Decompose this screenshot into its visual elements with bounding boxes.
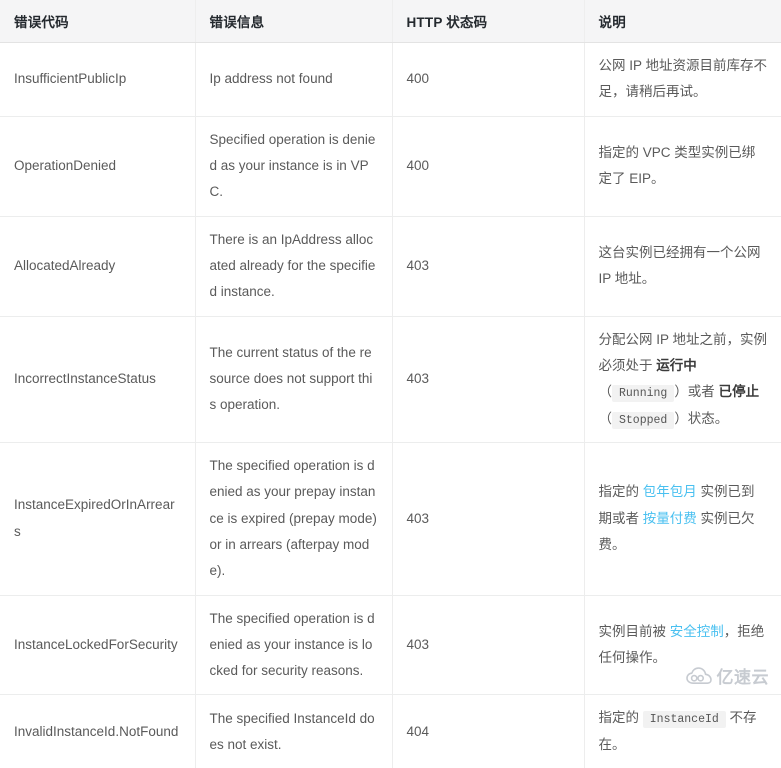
inline-text: 实例目前被 xyxy=(599,624,670,639)
inline-text: 指定的 xyxy=(599,710,643,725)
cell-error-code: InvalidInstanceId.NotFound xyxy=(0,695,195,768)
table-row: InstanceLockedForSecurityThe specified o… xyxy=(0,595,781,695)
cell-error-message: Specified operation is denied as your in… xyxy=(195,116,392,216)
inline-text: ）或者 xyxy=(674,384,718,399)
inline-text: （ xyxy=(599,384,613,399)
cell-error-message: There is an IpAddress allocated already … xyxy=(195,216,392,316)
error-code-table: 错误代码 错误信息 HTTP 状态码 说明 InsufficientPublic… xyxy=(0,0,781,768)
inline-emphasis: 运行中 xyxy=(656,358,697,373)
cell-error-message: The current status of the resource does … xyxy=(195,316,392,442)
cell-description: 分配公网 IP 地址之前，实例必须处于 运行中（Running）或者 已停止（S… xyxy=(584,316,781,442)
column-header-http-status: HTTP 状态码 xyxy=(392,0,584,43)
table-row: InvalidInstanceId.NotFoundThe specified … xyxy=(0,695,781,768)
cell-description: 公网 IP 地址资源目前库存不足，请稍后再试。 xyxy=(584,43,781,117)
cell-error-code: InsufficientPublicIp xyxy=(0,43,195,117)
table-row: IncorrectInstanceStatusThe current statu… xyxy=(0,316,781,442)
cell-error-message: Ip address not found xyxy=(195,43,392,117)
cell-http-status: 403 xyxy=(392,316,584,442)
cell-description: 指定的 VPC 类型实例已绑定了 EIP。 xyxy=(584,116,781,216)
cell-error-message: The specified operation is denied as you… xyxy=(195,595,392,695)
cell-http-status: 403 xyxy=(392,216,584,316)
inline-text: ）状态。 xyxy=(674,411,728,426)
cell-error-code: AllocatedAlready xyxy=(0,216,195,316)
table-header-row: 错误代码 错误信息 HTTP 状态码 说明 xyxy=(0,0,781,43)
cell-description: 实例目前被 安全控制，拒绝任何操作。 xyxy=(584,595,781,695)
cell-description: 指定的 InstanceId 不存在。 xyxy=(584,695,781,768)
cell-error-code: InstanceExpiredOrInArrears xyxy=(0,442,195,595)
inline-text: 指定的 xyxy=(599,484,643,499)
column-header-error-message: 错误信息 xyxy=(195,0,392,43)
cell-http-status: 400 xyxy=(392,116,584,216)
cell-description: 这台实例已经拥有一个公网 IP 地址。 xyxy=(584,216,781,316)
cell-error-code: InstanceLockedForSecurity xyxy=(0,595,195,695)
table-row: OperationDeniedSpecified operation is de… xyxy=(0,116,781,216)
inline-code: Stopped xyxy=(612,412,674,429)
inline-link[interactable]: 安全控制 xyxy=(670,624,724,639)
cell-error-message: The specified operation is denied as you… xyxy=(195,442,392,595)
table-row: InstanceExpiredOrInArrearsThe specified … xyxy=(0,442,781,595)
inline-link[interactable]: 按量付费 xyxy=(643,511,697,526)
cell-error-code: IncorrectInstanceStatus xyxy=(0,316,195,442)
cell-http-status: 404 xyxy=(392,695,584,768)
cell-http-status: 403 xyxy=(392,442,584,595)
inline-code: InstanceId xyxy=(643,711,726,728)
table-row: AllocatedAlreadyThere is an IpAddress al… xyxy=(0,216,781,316)
cell-http-status: 400 xyxy=(392,43,584,117)
cell-error-message: The specified InstanceId does not exist. xyxy=(195,695,392,768)
table-row: InsufficientPublicIpIp address not found… xyxy=(0,43,781,117)
table-header: 错误代码 错误信息 HTTP 状态码 说明 xyxy=(0,0,781,43)
inline-text: （ xyxy=(599,411,613,426)
inline-code: Running xyxy=(612,385,674,402)
cell-description: 指定的 包年包月 实例已到期或者 按量付费 实例已欠费。 xyxy=(584,442,781,595)
column-header-description: 说明 xyxy=(584,0,781,43)
inline-text: 这台实例已经拥有一个公网 IP 地址。 xyxy=(599,245,761,286)
cell-http-status: 403 xyxy=(392,595,584,695)
column-header-error-code: 错误代码 xyxy=(0,0,195,43)
cell-error-code: OperationDenied xyxy=(0,116,195,216)
inline-emphasis: 已停止 xyxy=(719,384,760,399)
inline-text: 公网 IP 地址资源目前库存不足，请稍后再试。 xyxy=(599,58,768,99)
table-body: InsufficientPublicIpIp address not found… xyxy=(0,43,781,768)
inline-link[interactable]: 包年包月 xyxy=(643,484,697,499)
inline-text: 指定的 VPC 类型实例已绑定了 EIP。 xyxy=(599,145,756,186)
